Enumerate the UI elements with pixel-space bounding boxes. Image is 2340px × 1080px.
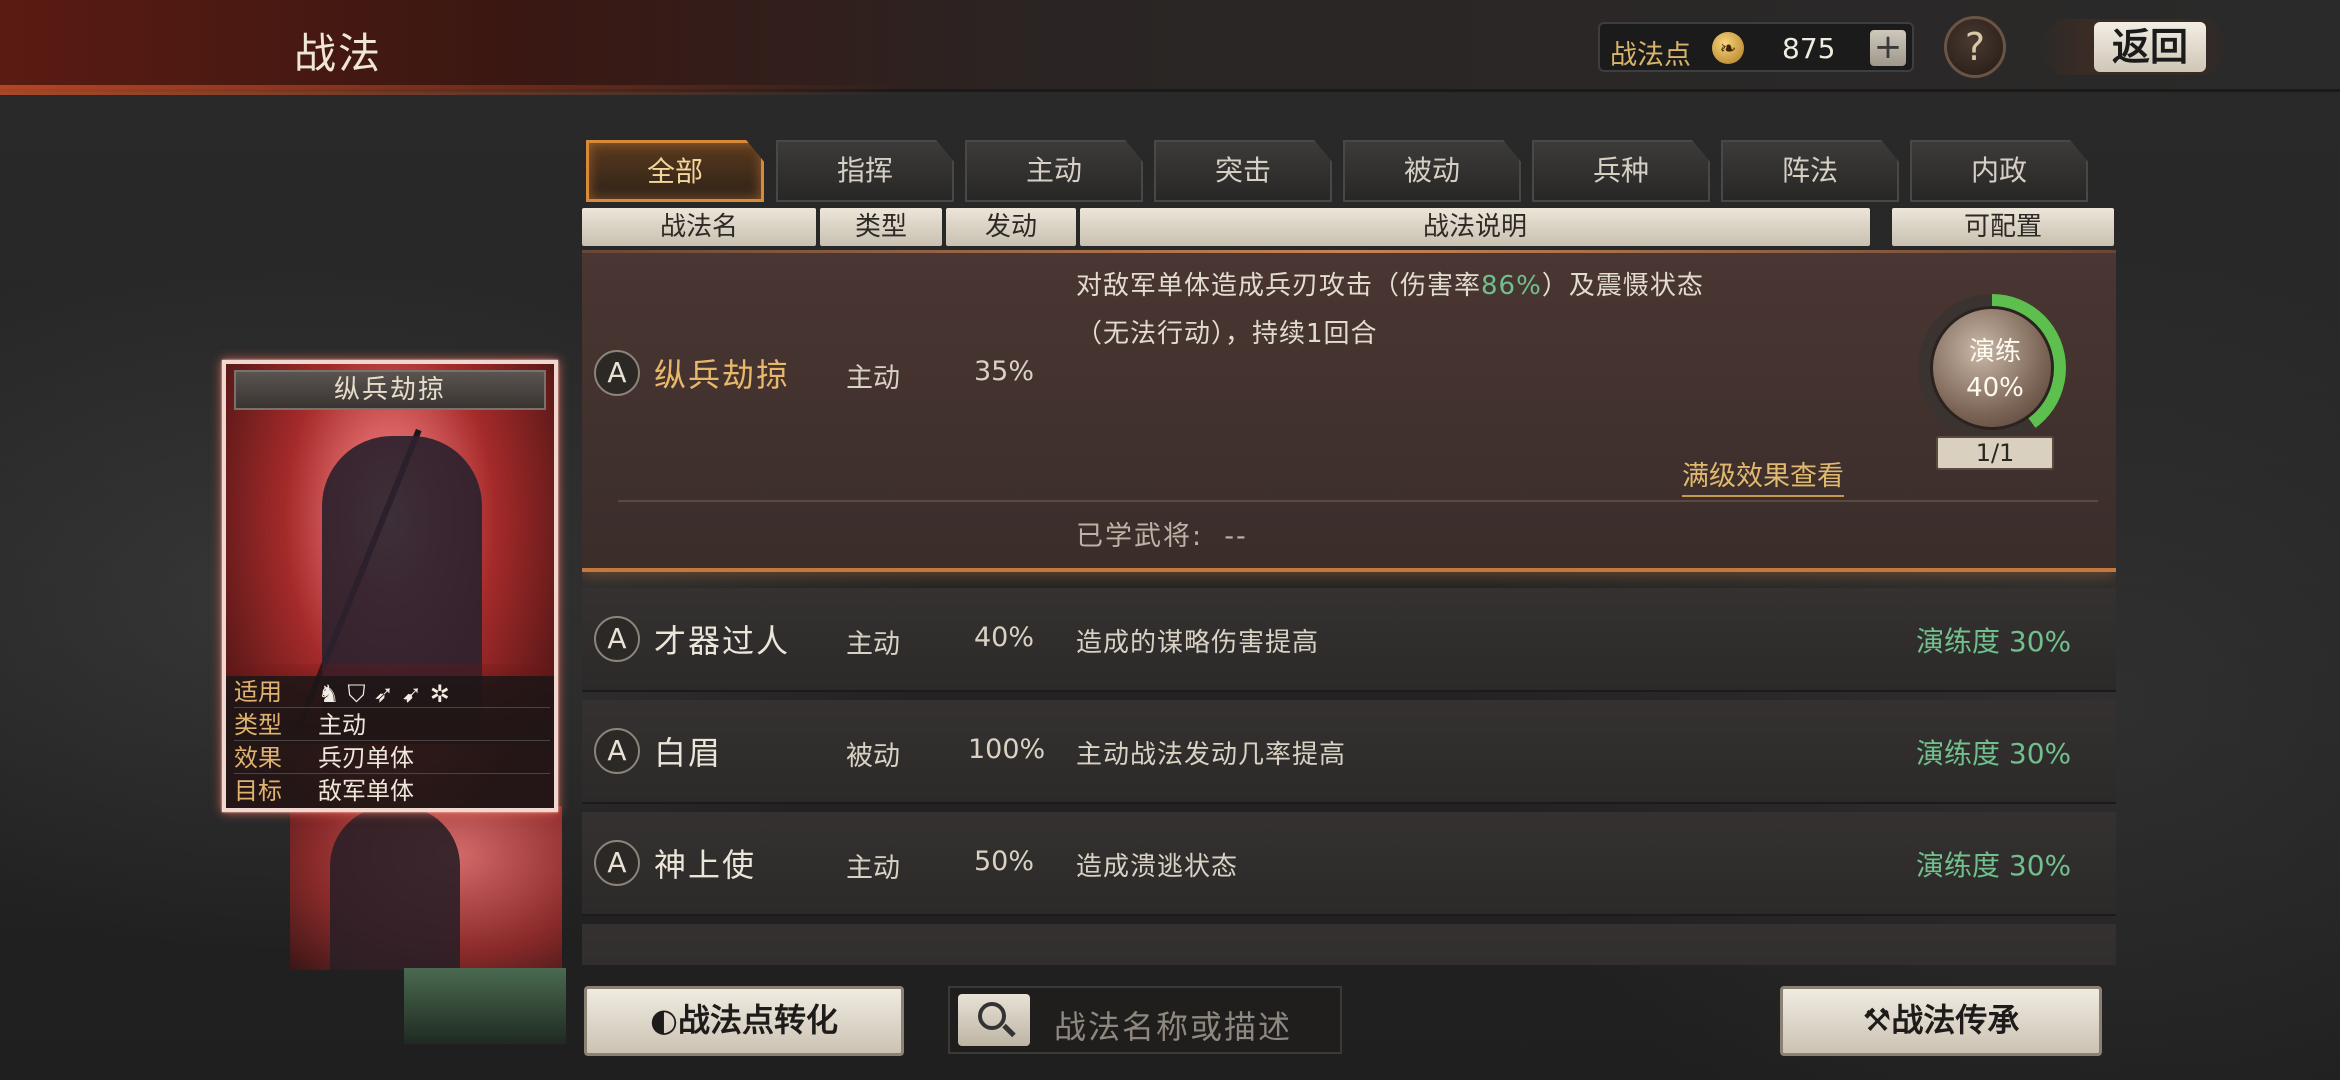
tab-assault[interactable]: 突击 [1154, 140, 1332, 202]
train-percent: 40% [1966, 373, 2024, 403]
max-level-effect-link[interactable]: 满级效果查看 [1682, 454, 1844, 497]
tactic-name: 才器过人 [654, 622, 791, 660]
tab-active[interactable]: 主动 [965, 140, 1143, 202]
card-effect-row: 效果 兵刃单体 [234, 742, 550, 774]
tactic-type: 主动 [846, 853, 900, 884]
card-stack-back-2 [404, 968, 566, 1044]
row-highlight-line [582, 250, 2116, 253]
top-bar: 战法 战法点 ❧ 875 + ? 返回 [0, 0, 2340, 95]
tactic-rate: 50% [974, 846, 1035, 877]
tactic-row[interactable]: A 才器过人 主动 40% 造成的谋略伤害提高 演练度 30% [582, 588, 2116, 692]
tactic-desc: 造成的谋略伤害提高 [1076, 628, 1320, 658]
add-points-button[interactable]: + [1870, 30, 1906, 66]
tactic-row[interactable]: A 白眉 被动 100% 主动战法发动几率提高 演练度 30% [582, 700, 2116, 804]
page-title: 战法 [294, 29, 383, 78]
category-tabs: 全部 指挥 主动 突击 被动 兵种 阵法 内政 [586, 140, 2090, 204]
wheel-icon: ✲ [429, 680, 458, 708]
unit-type-icons: ♞⛉➶➹✲ [318, 678, 458, 710]
shield-icon: ⛉ [347, 680, 374, 708]
card-info-panel: 适用 ♞⛉➶➹✲ 类型 主动 效果 兵刃单体 目标 敌军单体 [226, 676, 554, 808]
search-placeholder[interactable]: 战法名称或描述 [1054, 1002, 1292, 1048]
tactic-row-partial[interactable] [582, 924, 2116, 965]
rank-badge: A [594, 616, 640, 662]
tab-all[interactable]: 全部 [586, 140, 764, 202]
tactic-list[interactable]: A 纵兵劫掠 主动 35% 对敌军单体造成兵刃攻击（伤害率86%）及震慑状态 （… [582, 250, 2116, 965]
rank-badge: A [594, 350, 640, 396]
convert-icon: ◐ [650, 1001, 678, 1039]
col-header-config[interactable]: 可配置 [1892, 208, 2114, 246]
tactic-rate: 40% [974, 622, 1035, 653]
rank-badge: A [594, 728, 640, 774]
tactic-name: 白眉 [654, 734, 723, 772]
search-field[interactable]: 战法名称或描述 [948, 986, 1342, 1054]
damage-rate-highlight: 86% [1481, 271, 1542, 301]
back-button[interactable]: 返回 [2034, 19, 2234, 75]
tactic-type: 主动 [846, 629, 900, 660]
column-headers: 战法名 类型 发动 战法说明 可配置 [582, 208, 2116, 246]
proficiency: 演练度 30% [1916, 849, 2072, 882]
convert-points-button[interactable]: ◐战法点转化 [584, 986, 904, 1056]
tactic-type: 主动 [846, 363, 900, 394]
desc-line-2: （无法行动），持续1回合 [1076, 319, 1378, 349]
card-target-row: 目标 敌军单体 [234, 777, 414, 805]
tactic-name: 纵兵劫掠 [654, 356, 791, 394]
col-header-rate[interactable]: 发动 [946, 208, 1076, 246]
tactic-desc: 主动战法发动几率提高 [1076, 740, 1347, 770]
tactic-point-coin-icon: ❧ [1712, 32, 1744, 64]
header-glow [0, 85, 900, 95]
search-button[interactable] [958, 994, 1030, 1046]
tactic-name: 神上使 [654, 846, 757, 884]
card-title: 纵兵劫掠 [234, 370, 546, 410]
tactic-points-display: 战法点 ❧ 875 + [1598, 22, 1914, 72]
spear-icon: ➹ [401, 680, 430, 708]
tab-formation[interactable]: 阵法 [1721, 140, 1899, 202]
desc-line-1: 对敌军单体造成兵刃攻击（伤害率86%）及震慑状态 [1076, 271, 1704, 301]
tab-passive[interactable]: 被动 [1343, 140, 1521, 202]
col-header-desc: 战法说明 [1080, 208, 1870, 246]
hammer-icon: ⚒ [1862, 1001, 1892, 1039]
card-stack-back [290, 806, 562, 970]
search-icon [978, 1002, 1006, 1030]
tactic-row-selected[interactable]: A 纵兵劫掠 主动 35% 对敌军单体造成兵刃攻击（伤害率86%）及震慑状态 （… [582, 250, 2116, 572]
tactic-points-value: 875 [1782, 32, 1836, 65]
bow-icon: ➶ [373, 680, 402, 708]
tactic-type: 被动 [846, 741, 900, 772]
tactic-row[interactable]: A 神上使 主动 50% 造成溃逃状态 演练度 30% [582, 812, 2116, 916]
train-button[interactable]: 演练 40% [1930, 306, 2054, 430]
help-button[interactable]: ? [1944, 16, 2006, 78]
col-header-name[interactable]: 战法名 [582, 208, 816, 246]
back-button-label[interactable]: 返回 [2094, 22, 2206, 72]
card-type-row: 类型 主动 [234, 709, 550, 741]
tactic-description: 对敌军单体造成兵刃攻击（伤害率86%）及震慑状态 （无法行动），持续1回合 [1076, 262, 1846, 358]
tactic-rate: 35% [974, 356, 1035, 387]
learned-generals: 已学武将: -- [1076, 521, 1248, 552]
train-count: 1/1 [1936, 436, 2054, 470]
tactic-desc: 造成溃逃状态 [1076, 852, 1239, 882]
train-label: 演练 [1968, 337, 2021, 367]
cavalry-icon: ♞ [318, 680, 348, 708]
train-progress-ring[interactable]: 演练 40% [1918, 294, 2066, 442]
tactic-rate: 100% [968, 734, 1046, 765]
card-apply-row: 适用 ♞⛉➶➹✲ [234, 676, 550, 708]
inherit-tactic-button[interactable]: ⚒战法传承 [1780, 986, 2102, 1056]
tab-internal[interactable]: 内政 [1910, 140, 2088, 202]
proficiency: 演练度 30% [1916, 737, 2072, 770]
tab-command[interactable]: 指挥 [776, 140, 954, 202]
row-divider [618, 500, 2098, 502]
col-header-type[interactable]: 类型 [820, 208, 942, 246]
tactic-card: 纵兵劫掠 适用 ♞⛉➶➹✲ 类型 主动 效果 兵刃单体 目标 敌军单体 [222, 360, 558, 812]
tab-troop[interactable]: 兵种 [1532, 140, 1710, 202]
tactic-points-label: 战法点 [1610, 40, 1691, 71]
rank-badge: A [594, 840, 640, 886]
proficiency: 演练度 30% [1916, 625, 2072, 658]
